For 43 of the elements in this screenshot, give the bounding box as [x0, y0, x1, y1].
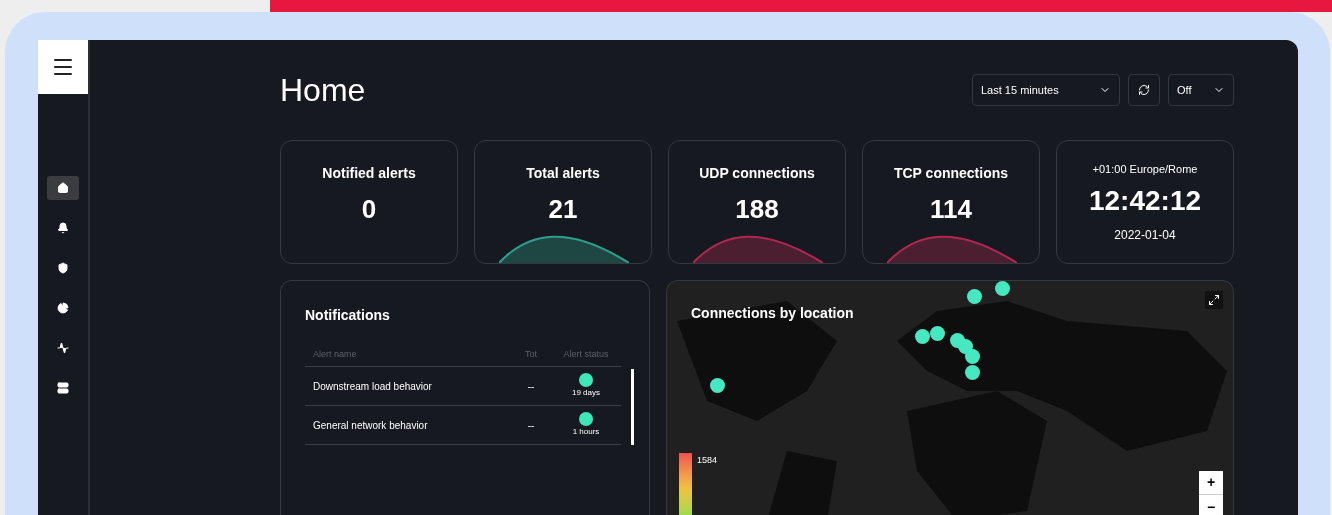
pulse-icon [57, 342, 69, 354]
stat-label: TCP connections [893, 164, 1009, 183]
stat-value: 188 [735, 193, 779, 226]
auto-refresh-dropdown[interactable]: Off [1168, 74, 1234, 106]
clock-date: 2022-01-04 [1114, 226, 1176, 244]
fullscreen-button[interactable] [1205, 291, 1223, 309]
page-title: Home [280, 71, 366, 110]
bell-icon [57, 222, 69, 234]
time-range-dropdown[interactable]: Last 15 minutes [972, 74, 1120, 106]
refresh-icon [1138, 84, 1150, 96]
location-marker [995, 281, 1010, 296]
pie-chart-icon [57, 302, 69, 314]
stat-value: 0 [361, 193, 377, 226]
column-header: Alert name [312, 347, 358, 361]
alert-total: -- [526, 418, 536, 433]
refresh-button[interactable] [1128, 74, 1160, 106]
location-marker [967, 289, 982, 304]
map-title: Connections by location [691, 304, 854, 323]
stat-value: 21 [548, 193, 578, 226]
home-icon [57, 182, 69, 194]
column-header: Alert status [562, 347, 610, 361]
expand-icon [1208, 294, 1220, 306]
legend-gradient [679, 453, 692, 515]
alert-name: General network behavior [312, 418, 429, 433]
clock-time: 12:42:12 [1088, 183, 1202, 218]
alert-name: Downstream load behavior [312, 379, 433, 394]
stat-label: Notified alerts [322, 164, 416, 183]
stat-label: Total alerts [526, 164, 600, 183]
server-icon [57, 382, 69, 394]
shield-icon [57, 262, 69, 274]
legend-max: 1584 [697, 454, 718, 467]
column-header: Tot [524, 347, 538, 361]
timezone: +01:00 Europe/Rome [1092, 162, 1198, 177]
panel-title: Notifications [305, 307, 390, 323]
zoom-out-button[interactable]: − [1199, 495, 1223, 515]
status-age: 19 days [572, 387, 600, 399]
status-age: 1 hours [572, 426, 600, 438]
zoom-in-button[interactable]: + [1199, 471, 1223, 495]
menu-button[interactable] [38, 40, 88, 94]
stat-label: UDP connections [699, 164, 815, 183]
alert-total: -- [526, 379, 536, 394]
sidebar-item[interactable] [47, 176, 79, 200]
stat-value: 114 [930, 193, 972, 226]
